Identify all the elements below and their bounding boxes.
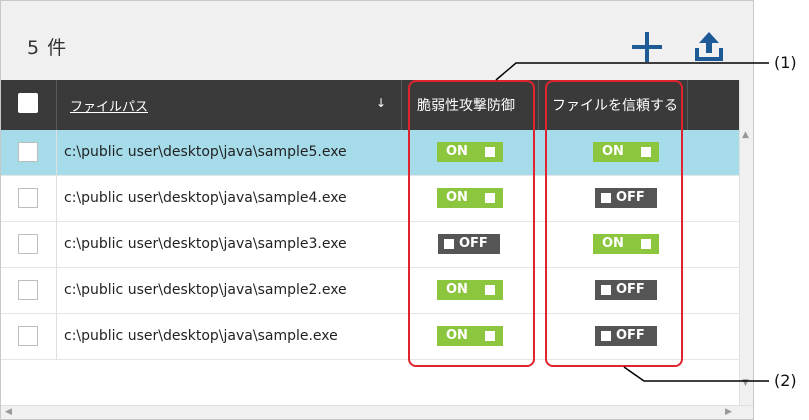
callout-label-1: (1) <box>774 53 797 72</box>
callout-label-2: (2) <box>774 371 797 390</box>
callout-lines <box>495 62 769 382</box>
